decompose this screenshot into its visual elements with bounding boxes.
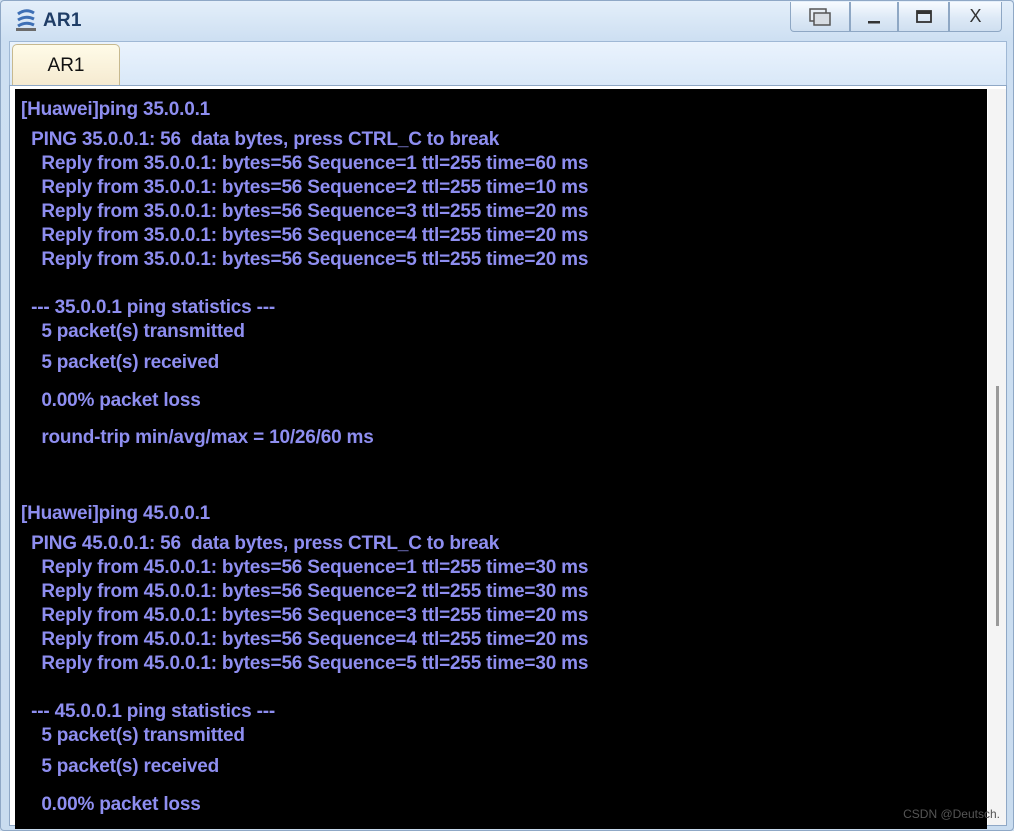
close-button[interactable]: X	[949, 2, 1002, 32]
console-line: --- 45.0.0.1 ping statistics ---	[21, 701, 275, 722]
console-line: 0.00% packet loss	[21, 390, 201, 411]
minimize-button[interactable]	[850, 2, 898, 32]
watermark: CSDN @Deutsch.	[903, 807, 1000, 821]
title-bar[interactable]: AR1 X	[1, 1, 1013, 39]
tab-ar1[interactable]: AR1	[12, 44, 120, 86]
router-app-icon	[16, 9, 36, 31]
console-line: Reply from 35.0.0.1: bytes=56 Sequence=5…	[21, 249, 589, 270]
scrollbar-thumb[interactable]	[996, 386, 999, 626]
console-output[interactable]: [Huawei]ping 35.0.0.1 PING 35.0.0.1: 56 …	[15, 89, 987, 829]
console-line: Reply from 35.0.0.1: bytes=56 Sequence=4…	[21, 225, 589, 246]
console-line: Reply from 35.0.0.1: bytes=56 Sequence=2…	[21, 177, 589, 198]
console-line: --- 35.0.0.1 ping statistics ---	[21, 297, 275, 318]
console-line: 5 packet(s) transmitted	[21, 321, 245, 342]
console-line: Reply from 35.0.0.1: bytes=56 Sequence=3…	[21, 201, 589, 222]
console-line: Reply from 35.0.0.1: bytes=56 Sequence=1…	[21, 153, 589, 174]
console-line: round-trip min/avg/max = 10/26/60 ms	[21, 427, 374, 448]
maximize-button[interactable]	[898, 2, 949, 32]
console-line: 5 packet(s) received	[21, 756, 219, 777]
console-line: [Huawei]ping 45.0.0.1	[21, 503, 211, 524]
console-line: PING 45.0.0.1: 56 data bytes, press CTRL…	[21, 533, 500, 554]
restore-window-button[interactable]	[790, 2, 850, 32]
maximize-icon	[915, 9, 932, 23]
window-title: AR1	[43, 10, 82, 31]
tab-strip: AR1	[9, 41, 1007, 86]
console-line: PING 35.0.0.1: 56 data bytes, press CTRL…	[21, 129, 500, 150]
restore-icon	[809, 7, 831, 26]
console-line: Reply from 45.0.0.1: bytes=56 Sequence=2…	[21, 581, 589, 602]
tab-label: AR1	[47, 54, 85, 76]
console-line: Reply from 45.0.0.1: bytes=56 Sequence=1…	[21, 557, 589, 578]
terminal-window: AR1 X AR1 [Huawei]ping 35.0.0.1 PING 35.…	[0, 0, 1014, 831]
console-line: Reply from 45.0.0.1: bytes=56 Sequence=5…	[21, 653, 589, 674]
console-line: Reply from 45.0.0.1: bytes=56 Sequence=3…	[21, 605, 589, 626]
console-frame: [Huawei]ping 35.0.0.1 PING 35.0.0.1: 56 …	[9, 85, 1007, 829]
console-line: 5 packet(s) transmitted	[21, 725, 245, 746]
minimize-icon	[868, 20, 880, 23]
vertical-scrollbar[interactable]	[988, 89, 1006, 825]
console-line: Reply from 45.0.0.1: bytes=56 Sequence=4…	[21, 629, 589, 650]
console-line: 5 packet(s) received	[21, 352, 219, 373]
close-icon: X	[969, 6, 982, 26]
console-line: [Huawei]ping 35.0.0.1	[21, 99, 211, 120]
console-line: 0.00% packet loss	[21, 794, 201, 815]
